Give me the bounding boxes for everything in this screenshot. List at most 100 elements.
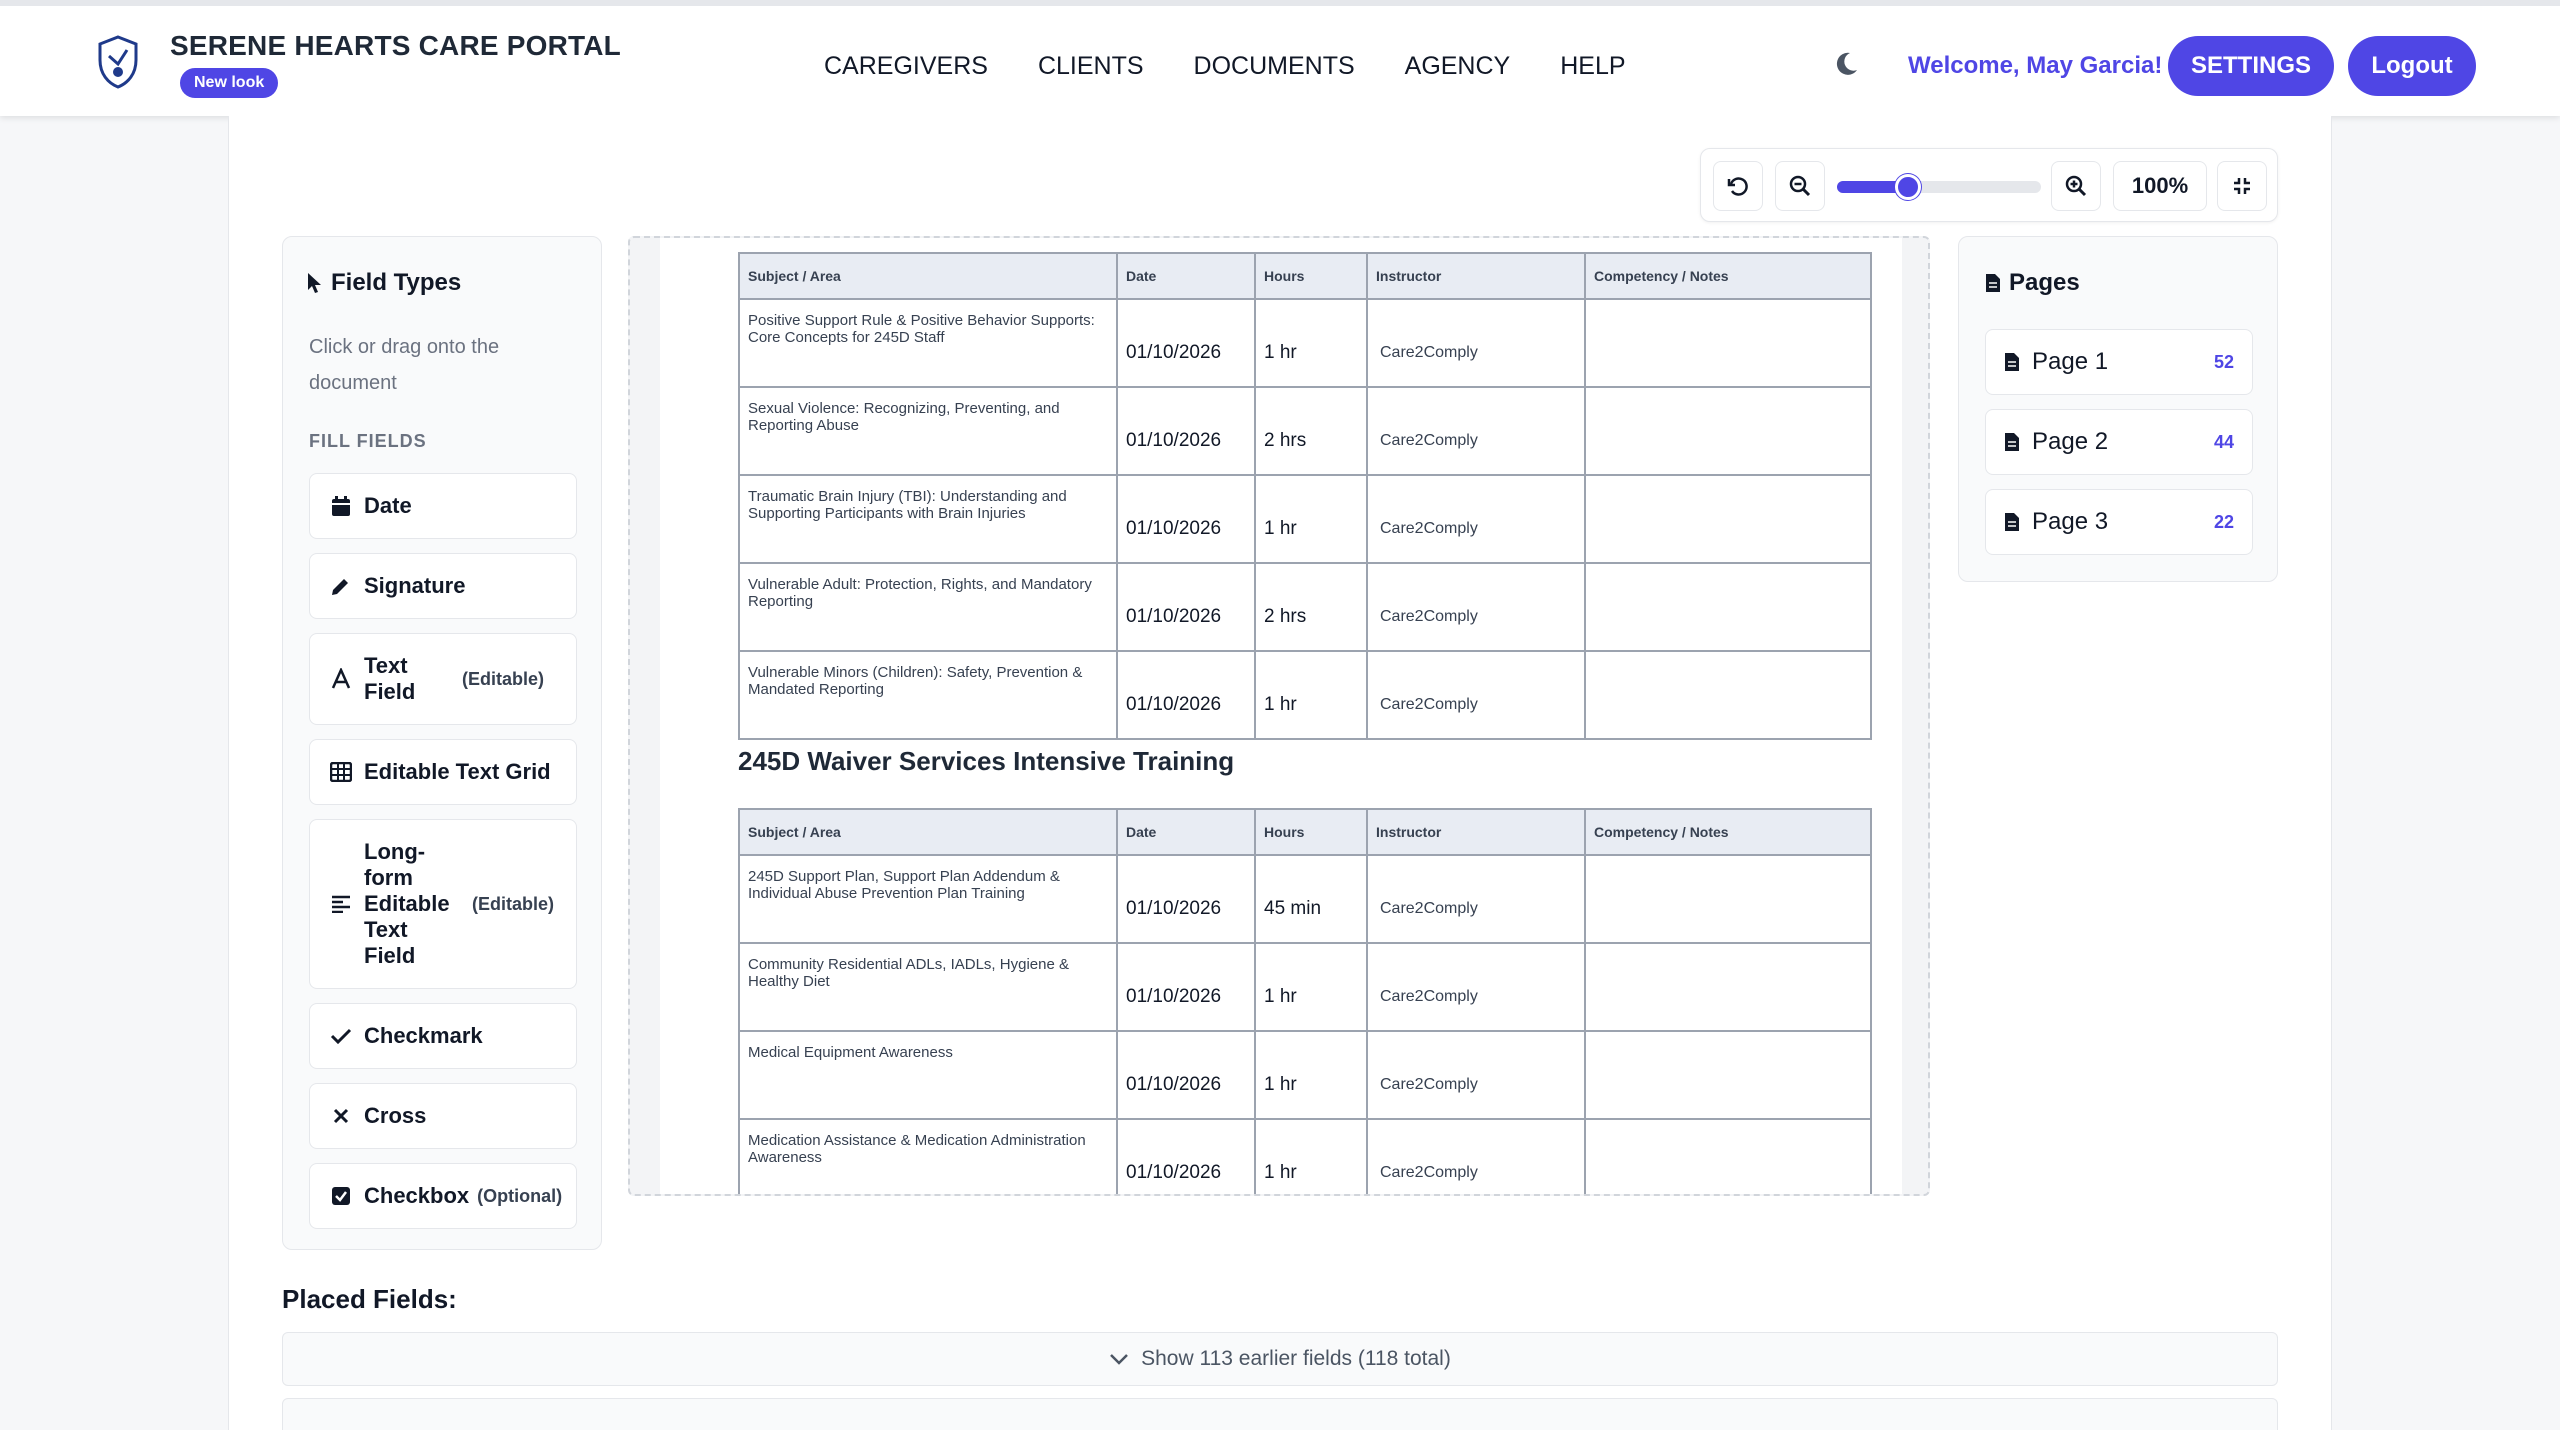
field-type-label: Date bbox=[364, 493, 412, 518]
pages-title: Pages bbox=[2009, 269, 2080, 296]
field-type-label: Checkbox bbox=[364, 1183, 470, 1208]
hours-cell: 1 hr bbox=[1254, 1118, 1368, 1194]
welcome-text: Welcome, May Garcia! bbox=[1908, 52, 2163, 79]
field-type-cross[interactable]: Cross bbox=[309, 1083, 577, 1149]
brand-title[interactable]: SERENE HEARTS CARE PORTAL bbox=[170, 30, 621, 62]
instructor-cell: Care2Comply bbox=[1366, 562, 1586, 652]
field-types-panel: Field Types Click or drag onto the docum… bbox=[282, 236, 602, 1250]
page-item-2[interactable]: Page 2 44 bbox=[1985, 409, 2253, 475]
col-date: Date bbox=[1116, 252, 1256, 300]
field-type-signature[interactable]: Signature bbox=[309, 553, 577, 619]
instructor-cell: Care2Comply bbox=[1366, 298, 1586, 388]
table-header-row: Subject / Area Date Hours Instructor Com… bbox=[738, 252, 1872, 300]
field-type-tag: (Editable) bbox=[462, 668, 545, 689]
logout-button[interactable]: Logout bbox=[2348, 36, 2476, 96]
notes-cell bbox=[1584, 298, 1872, 388]
settings-button[interactable]: SETTINGS bbox=[2168, 36, 2334, 96]
date-cell: 01/10/2026 bbox=[1116, 854, 1256, 944]
notes-cell bbox=[1584, 942, 1872, 1032]
placed-fields-title: Placed Fields: bbox=[282, 1284, 457, 1314]
show-earlier-fields-button[interactable]: Show 113 earlier fields (118 total) bbox=[282, 1332, 2278, 1386]
field-type-date[interactable]: Date bbox=[309, 473, 577, 539]
notes-cell bbox=[1584, 562, 1872, 652]
date-cell: 01/10/2026 bbox=[1116, 298, 1256, 388]
page-item-1[interactable]: Page 1 52 bbox=[1985, 329, 2253, 395]
table-row: Community Residential ADLs, IADLs, Hygie… bbox=[738, 942, 1872, 1032]
pages-panel: Pages Page 1 52 Page 2 44 Page 3 22 bbox=[1958, 236, 2278, 582]
zoom-toolbar: 100% bbox=[1700, 148, 2278, 222]
page-field-count: 52 bbox=[2213, 351, 2234, 372]
date-cell: 01/10/2026 bbox=[1116, 1118, 1256, 1194]
notes-cell bbox=[1584, 474, 1872, 564]
calendar-icon bbox=[328, 495, 354, 517]
notes-cell bbox=[1584, 1030, 1872, 1120]
hours-cell: 1 hr bbox=[1254, 474, 1368, 564]
date-cell: 01/10/2026 bbox=[1116, 562, 1256, 652]
nav-documents[interactable]: DOCUMENTS bbox=[1194, 52, 1355, 81]
zoom-slider-handle[interactable] bbox=[1895, 174, 1922, 200]
field-type-checkmark[interactable]: Checkmark bbox=[309, 1003, 577, 1069]
file-icon bbox=[1986, 274, 2000, 292]
chevron-down-icon bbox=[1110, 1354, 1129, 1365]
table-header-row: Subject / Area Date Hours Instructor Com… bbox=[738, 808, 1872, 856]
table-row: Traumatic Brain Injury (TBI): Understand… bbox=[738, 474, 1872, 564]
zoom-out-button[interactable] bbox=[1775, 161, 1825, 211]
file-icon bbox=[2004, 352, 2024, 372]
new-look-badge[interactable]: New look bbox=[180, 68, 279, 98]
page-item-3[interactable]: Page 3 22 bbox=[1985, 489, 2253, 555]
zoom-in-button[interactable] bbox=[2051, 161, 2101, 211]
text-icon bbox=[328, 668, 354, 690]
notes-cell bbox=[1584, 386, 1872, 476]
top-navbar: SERENE HEARTS CARE PORTAL New look CAREG… bbox=[0, 0, 2560, 116]
col-subject: Subject / Area bbox=[738, 252, 1118, 300]
table-row: Positive Support Rule & Positive Behavio… bbox=[738, 298, 1872, 388]
pages-heading: Pages bbox=[1985, 269, 2080, 297]
pencil-icon bbox=[328, 575, 354, 597]
field-types-hint: Click or drag onto the document bbox=[309, 336, 500, 394]
instructor-cell: Care2Comply bbox=[1366, 942, 1586, 1032]
grid-icon bbox=[328, 762, 354, 782]
fit-page-button[interactable] bbox=[2217, 161, 2267, 211]
compress-icon bbox=[2234, 178, 2250, 194]
zoom-in-icon bbox=[2065, 175, 2087, 197]
field-type-label: Cross bbox=[364, 1103, 427, 1128]
cursor-pointer-icon bbox=[308, 273, 321, 293]
dark-mode-moon-icon[interactable] bbox=[1832, 50, 1860, 78]
table-row: Vulnerable Minors (Children): Safety, Pr… bbox=[738, 650, 1872, 740]
col-notes: Competency / Notes bbox=[1584, 252, 1872, 300]
rotate-button[interactable] bbox=[1713, 161, 1763, 211]
nav-help[interactable]: HELP bbox=[1560, 52, 1625, 81]
zoom-slider[interactable] bbox=[1837, 174, 2041, 200]
field-type-text-field[interactable]: Text Field (Editable) bbox=[309, 633, 577, 725]
nav-caregivers[interactable]: CAREGIVERS bbox=[824, 52, 988, 81]
page-label: Page 3 bbox=[2032, 508, 2109, 535]
col-instructor: Instructor bbox=[1366, 808, 1586, 856]
field-type-checkbox[interactable]: Checkbox (Optional) bbox=[309, 1163, 577, 1229]
table-row: Sexual Violence: Recognizing, Preventing… bbox=[738, 386, 1872, 476]
field-type-label: Signature bbox=[364, 573, 466, 598]
instructor-cell: Care2Comply bbox=[1366, 1030, 1586, 1120]
document-page[interactable]: Subject / Area Date Hours Instructor Com… bbox=[660, 238, 1902, 1194]
document-canvas[interactable]: Subject / Area Date Hours Instructor Com… bbox=[628, 236, 1930, 1196]
file-icon bbox=[2004, 512, 2024, 532]
page-field-count: 44 bbox=[2213, 431, 2234, 452]
placed-field-row[interactable] bbox=[282, 1398, 2278, 1430]
zoom-percent[interactable]: 100% bbox=[2113, 161, 2207, 211]
hours-cell: 45 min bbox=[1254, 854, 1368, 944]
date-cell: 01/10/2026 bbox=[1116, 474, 1256, 564]
align-left-icon bbox=[328, 895, 354, 913]
instructor-cell: Care2Comply bbox=[1366, 386, 1586, 476]
field-type-tag: (Optional) bbox=[477, 1185, 563, 1206]
instructor-cell: Care2Comply bbox=[1366, 474, 1586, 564]
subject-cell: Medication Assistance & Medication Admin… bbox=[738, 1118, 1118, 1194]
field-type-label: Text Field bbox=[364, 653, 416, 704]
field-type-long-form-text[interactable]: Long-form Editable Text Field (Editable) bbox=[309, 819, 577, 989]
nav-agency[interactable]: AGENCY bbox=[1405, 52, 1511, 81]
nav-clients[interactable]: CLIENTS bbox=[1038, 52, 1144, 81]
col-notes: Competency / Notes bbox=[1584, 808, 1872, 856]
hours-cell: 1 hr bbox=[1254, 650, 1368, 740]
subject-cell: Traumatic Brain Injury (TBI): Understand… bbox=[738, 474, 1118, 564]
field-type-editable-text-grid[interactable]: Editable Text Grid bbox=[309, 739, 577, 805]
field-types-heading: Field Types bbox=[307, 269, 461, 297]
hours-cell: 1 hr bbox=[1254, 942, 1368, 1032]
